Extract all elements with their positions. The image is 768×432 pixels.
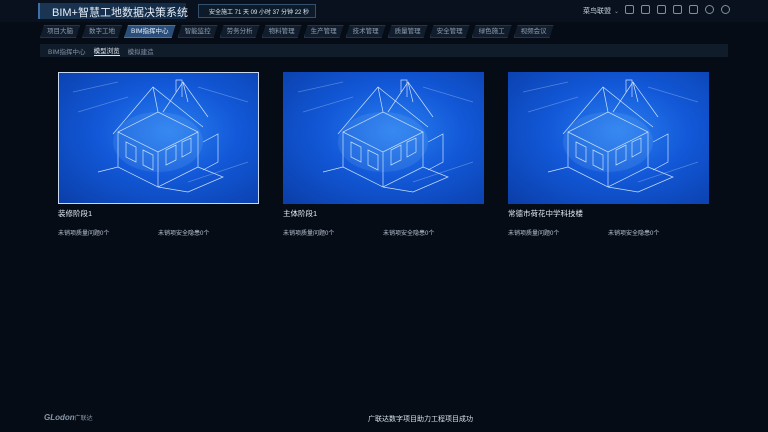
app-header: BIM+智慧工地数据决策系统 安全施工 71 天 09 小时 37 分钟 22 … [0, 0, 768, 22]
nav-tab-6[interactable]: 生产管理 [304, 25, 344, 38]
shield-icon[interactable] [673, 5, 682, 14]
app-title-box: BIM+智慧工地数据决策系统 [38, 3, 188, 19]
nav-tab-7[interactable]: 技术管理 [346, 25, 386, 38]
sub-tab-1[interactable]: 模型浏览 [93, 45, 120, 56]
nav-tab-0[interactable]: 项目大脑 [40, 25, 80, 38]
nav-tab-4[interactable]: 劳务分析 [220, 25, 260, 38]
model-name: 常德市荷花中学科技楼 [508, 209, 583, 218]
house-wireframe-icon [72, 79, 249, 193]
nav-tab-1[interactable]: 数字工地 [82, 25, 122, 38]
power-icon[interactable] [721, 5, 730, 14]
header-icons [625, 5, 737, 14]
safety-counter-text: 安全施工 71 天 09 小时 37 分钟 22 秒 [209, 10, 310, 16]
sub-nav: BIM指挥中心 模型浏览 模拟建造 [40, 44, 728, 57]
bell-icon[interactable] [689, 5, 698, 14]
model-card[interactable]: 装修阶段1 未销项质量问题0个 未销项安全隐患0个 [58, 72, 259, 237]
nav-tab-9[interactable]: 安全管理 [430, 25, 470, 38]
model-card[interactable]: 常德市荷花中学科技楼 未销项质量问题0个 未销项安全隐患0个 [508, 72, 709, 237]
model-stats: 未销项质量问题0个 未销项安全隐患0个 [508, 228, 709, 237]
model-thumbnail[interactable] [58, 72, 259, 204]
model-stats: 未销项质量问题0个 未销项安全隐患0个 [283, 228, 484, 237]
model-thumbnail[interactable] [283, 72, 484, 204]
safety-hazards: 未销项安全隐患0个 [608, 231, 660, 237]
safety-hazards: 未销项安全隐患0个 [383, 231, 435, 237]
footer-slogan: 广联达数字项目助力工程项目成功 [368, 416, 473, 423]
quality-issues: 未销项质量问题0个 [283, 231, 335, 237]
monitor-icon[interactable] [641, 5, 650, 14]
quality-issues: 未销项质量问题0个 [58, 231, 110, 237]
model-stats: 未销项质量问题0个 未销项安全隐患0个 [58, 228, 259, 237]
nav-tab-5[interactable]: 物料管理 [262, 25, 302, 38]
nav-tab-10[interactable]: 绿色施工 [472, 25, 512, 38]
nav-tab-2[interactable]: BIM指挥中心 [124, 25, 176, 38]
logo-text: GLodon [44, 413, 75, 422]
nav-tab-11[interactable]: 视频会议 [514, 25, 554, 38]
house-wireframe-icon [522, 79, 699, 193]
app-title: BIM+智慧工地数据决策系统 [52, 7, 188, 19]
model-thumbnail[interactable] [508, 72, 709, 204]
user-menu[interactable]: 菜鸟联盟 ⌄ [583, 6, 619, 16]
nav-tab-8[interactable]: 质量管理 [388, 25, 428, 38]
chevron-down-icon: ⌄ [614, 9, 620, 15]
safety-counter: 安全施工 71 天 09 小时 37 分钟 22 秒 [198, 4, 316, 18]
house-wireframe-icon [297, 79, 474, 193]
safety-hazards: 未销项安全隐患0个 [158, 231, 210, 237]
user-name: 菜鸟联盟 [583, 8, 611, 15]
company-logo: GLodon广联达 [44, 413, 93, 422]
model-name: 装修阶段1 [58, 209, 93, 218]
main-nav: 项目大脑 数字工地 BIM指挥中心 智能监控 劳务分析 物料管理 生产管理 技术… [40, 25, 556, 39]
sub-tab-0[interactable]: BIM指挥中心 [48, 46, 86, 56]
nav-tab-3[interactable]: 智能监控 [178, 25, 218, 38]
sub-tab-2[interactable]: 模拟建造 [128, 46, 154, 56]
grid-icon[interactable] [625, 5, 634, 14]
quality-issues: 未销项质量问题0个 [508, 231, 560, 237]
tablet-icon[interactable] [657, 5, 666, 14]
model-card[interactable]: 主体阶段1 未销项质量问题0个 未销项安全隐患0个 [283, 72, 484, 237]
logo-cn: 广联达 [74, 416, 93, 422]
model-name: 主体阶段1 [283, 209, 318, 218]
refresh-icon[interactable] [705, 5, 714, 14]
